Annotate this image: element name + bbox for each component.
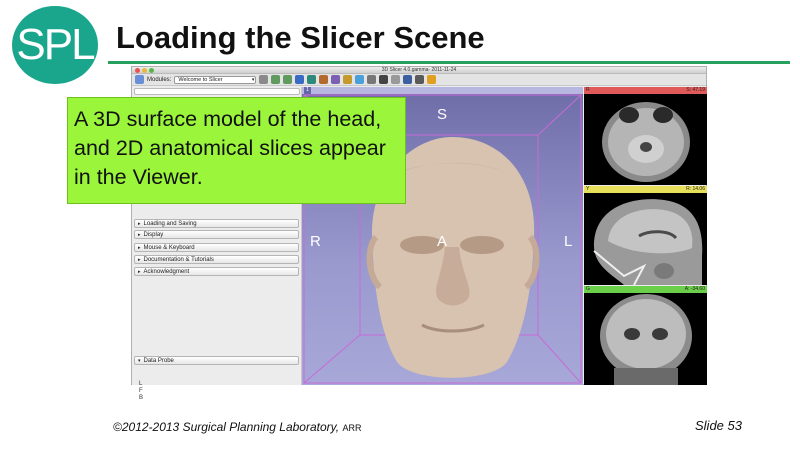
orientation-right: R: [310, 233, 321, 250]
expand-arrow-icon: ▸: [138, 232, 141, 238]
expand-arrow-icon: ▸: [138, 269, 141, 275]
section-label: Documentation & Tutorials: [143, 257, 214, 263]
modules-label: Modules:: [147, 76, 172, 83]
chevron-down-icon: ▾: [251, 76, 255, 83]
slice-view-green[interactable]: G A: -34.60: [584, 286, 707, 385]
data-icon[interactable]: [307, 75, 317, 84]
data-probe-label: Data Probe: [143, 358, 174, 364]
axial-slice-image: [602, 102, 690, 182]
section-label: Mouse & Keyboard: [143, 245, 195, 251]
models-icon[interactable]: [331, 75, 341, 84]
panel-search-field[interactable]: [134, 88, 300, 95]
section-label: Loading and Saving: [143, 221, 197, 227]
section-data-probe[interactable]: ▾ Data Probe: [134, 356, 299, 365]
slide-number: Slide 53: [695, 418, 742, 433]
screenshot-icon[interactable]: [403, 75, 413, 84]
orientation-superior: S: [437, 106, 448, 123]
extensions-icon[interactable]: [415, 75, 425, 84]
collapse-arrow-icon: ▾: [138, 358, 141, 364]
expand-arrow-icon: ▸: [138, 221, 141, 227]
title-underline: [108, 61, 790, 64]
rights-text: ARR: [342, 423, 362, 433]
history-icon[interactable]: [259, 75, 269, 84]
mouse-mode-icon[interactable]: [367, 75, 377, 84]
copyright-text: ©2012-2013 Surgical Planning Laboratory,: [113, 420, 340, 434]
transforms-icon[interactable]: [355, 75, 365, 84]
logo-text: SPL: [16, 20, 95, 69]
data-probe-coordinates: L F B: [139, 381, 144, 401]
volumes-icon[interactable]: [319, 75, 329, 84]
section-mouse-keyboard[interactable]: ▸ Mouse & Keyboard: [134, 243, 299, 252]
back-icon[interactable]: [271, 75, 281, 84]
crosshair-icon[interactable]: [391, 75, 401, 84]
callout-box: A 3D surface model of the head, and 2D a…: [67, 97, 406, 204]
section-label: Display: [143, 232, 164, 238]
slice-view-yellow[interactable]: Y R: 14.06: [584, 186, 707, 285]
main-toolbar: Modules: Welcome to Slicer ▾: [132, 74, 706, 86]
forward-icon[interactable]: [283, 75, 293, 84]
fiducial-icon[interactable]: [427, 75, 437, 84]
module-selector[interactable]: Welcome to Slicer ▾: [174, 75, 257, 84]
section-label: Acknowledgment: [143, 269, 190, 275]
window-titlebar: 3D Slicer 4.0.gamma- 2011-11-24: [132, 67, 706, 74]
slide-title: Loading the Slicer Scene: [116, 20, 485, 55]
window-title: 3D Slicer 4.0.gamma- 2011-11-24: [381, 67, 457, 73]
orientation-left: L: [564, 233, 573, 250]
layout-icon[interactable]: [379, 75, 389, 84]
section-loading-and-saving[interactable]: ▸ Loading and Saving: [134, 219, 299, 228]
expand-arrow-icon: ▸: [138, 257, 141, 263]
orientation-anterior: A: [437, 233, 448, 250]
expand-arrow-icon: ▸: [138, 245, 141, 251]
slice-view-red[interactable]: R S: 47.19: [584, 87, 707, 185]
module-finder-icon[interactable]: [135, 75, 144, 84]
module-selected-value: Welcome to Slicer: [178, 76, 223, 83]
spl-logo: SPL: [12, 6, 98, 84]
coronal-slice-image: [600, 294, 692, 385]
footer-copyright: ©2012-2013 Surgical Planning Laboratory,…: [113, 420, 361, 434]
section-documentation[interactable]: ▸ Documentation & Tutorials: [134, 255, 299, 264]
home-icon[interactable]: [295, 75, 305, 84]
section-display[interactable]: ▸ Display: [134, 230, 299, 239]
sagittal-slice-image: [593, 199, 703, 285]
section-acknowledgment[interactable]: ▸ Acknowledgment: [134, 267, 299, 276]
editor-icon[interactable]: [343, 75, 353, 84]
callout-text: A 3D surface model of the head, and 2D a…: [74, 107, 386, 189]
